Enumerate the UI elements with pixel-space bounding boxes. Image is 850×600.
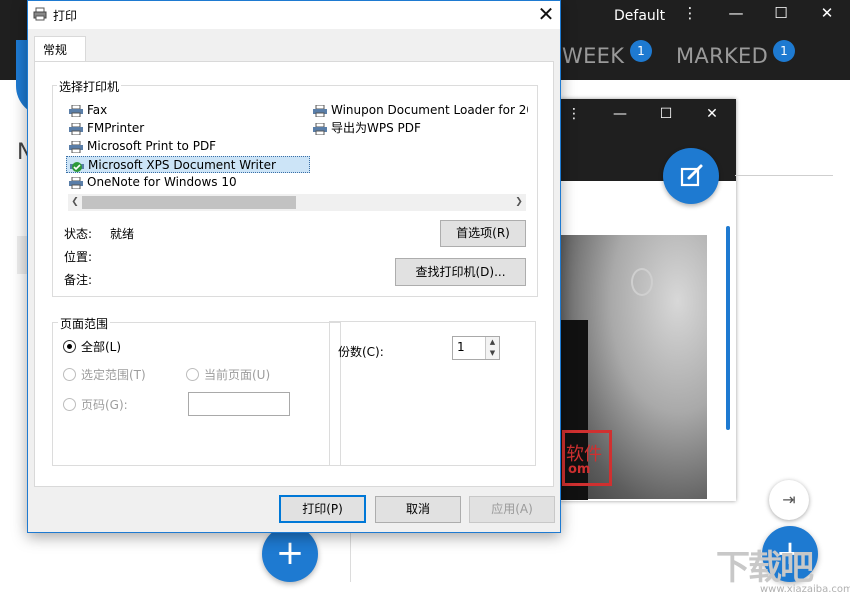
spin-down-icon[interactable]: ▼ <box>485 348 499 359</box>
location-label: 位置: <box>64 250 93 264</box>
print-dialog: 打印 ✕ 常规 选择打印机 Fax FMPrinter Microsoft Pr… <box>27 0 561 533</box>
export-icon: ⇥ <box>782 490 796 509</box>
stamp-subtext: om <box>568 462 591 477</box>
scroll-right-icon[interactable]: ❯ <box>512 195 526 210</box>
maximize-icon[interactable]: ☐ <box>655 106 677 122</box>
export-button[interactable]: ⇥ <box>769 480 809 520</box>
range-all-label: 全部(L) <box>81 340 122 354</box>
printer-item-xps-writer[interactable]: Microsoft XPS Document Writer <box>66 156 310 173</box>
printer-name: Microsoft Print to PDF <box>87 139 217 153</box>
printer-name: FMPrinter <box>87 121 145 135</box>
printer-name: Fax <box>87 103 108 117</box>
edit-icon <box>680 164 703 187</box>
scrollbar[interactable] <box>726 226 730 430</box>
edit-button[interactable] <box>663 148 719 204</box>
range-selection-radio[interactable]: 选定范围(T) <box>63 368 146 382</box>
range-all-radio[interactable]: 全部(L) <box>63 340 121 354</box>
preferences-button[interactable]: 首选项(R) <box>440 220 526 247</box>
printer-item-wps-pdf[interactable]: 导出为WPS PDF <box>312 120 421 137</box>
status-value: 就绪 <box>110 227 135 241</box>
site-watermark-url: www.xiazaiba.com <box>760 584 850 595</box>
printer-name: Winupon Document Loader for 20 <box>331 103 528 117</box>
range-current-label: 当前页面(U) <box>204 368 271 382</box>
tab-marked[interactable]: MARKED <box>676 44 768 68</box>
printer-item-winupon[interactable]: Winupon Document Loader for 20 <box>312 102 528 119</box>
more-options-icon[interactable]: ⋮ <box>676 4 704 22</box>
close-icon[interactable]: ✕ <box>813 4 841 22</box>
spin-up-icon[interactable]: ▲ <box>485 337 499 348</box>
printer-icon <box>69 105 83 117</box>
find-printer-button[interactable]: 查找打印机(D)... <box>395 258 526 286</box>
more-options-icon[interactable]: ⋮ <box>563 106 585 122</box>
marked-badge: 1 <box>773 40 795 62</box>
page-range-label: 页面范围 <box>58 315 111 332</box>
comment-label: 备注: <box>64 273 93 287</box>
printer-item-fmprinter[interactable]: FMPrinter <box>68 120 144 137</box>
printer-icon <box>69 123 83 135</box>
printer-name: 导出为WPS PDF <box>331 121 421 135</box>
radio-icon <box>186 368 199 381</box>
range-pages-radio[interactable]: 页码(G): <box>63 398 128 412</box>
printer-list-scrollbar[interactable]: ❮ ❯ <box>68 194 526 211</box>
pages-input[interactable] <box>188 392 290 416</box>
app-title: Default <box>614 8 666 24</box>
radio-icon <box>63 398 76 411</box>
printer-name: Microsoft XPS Document Writer <box>88 158 276 172</box>
divider <box>735 175 833 176</box>
printer-name: OneNote for Windows 10 <box>87 175 237 189</box>
range-selection-label: 选定范围(T) <box>81 368 146 382</box>
minimize-icon[interactable]: — <box>722 4 750 22</box>
close-button[interactable]: ✕ <box>532 3 560 27</box>
range-current-radio[interactable]: 当前页面(U) <box>186 368 270 382</box>
radio-icon <box>63 368 76 381</box>
copies-label: 份数(C): <box>338 345 384 359</box>
dialog-titlebar: 打印 ✕ <box>28 1 560 29</box>
close-icon[interactable]: ✕ <box>701 106 723 122</box>
week-badge: 1 <box>630 40 652 62</box>
printer-icon <box>33 7 47 21</box>
copies-value: 1 <box>457 340 465 354</box>
scroll-left-icon[interactable]: ❮ <box>68 195 82 210</box>
close-icon: ✕ <box>537 2 555 26</box>
maximize-icon[interactable]: ☐ <box>767 4 795 22</box>
printer-group-label: 选择打印机 <box>57 78 122 95</box>
minimize-icon[interactable]: — <box>609 106 631 122</box>
printer-icon <box>69 141 83 153</box>
apply-button[interactable]: 应用(A) <box>469 496 555 523</box>
photo-ring <box>631 268 653 296</box>
scrollbar-thumb[interactable] <box>82 196 296 209</box>
printer-item-onenote[interactable]: OneNote for Windows 10 <box>68 174 237 191</box>
default-printer-icon <box>70 162 84 172</box>
print-button[interactable]: 打印(P) <box>279 495 366 523</box>
printer-item-print-to-pdf[interactable]: Microsoft Print to PDF <box>68 138 216 155</box>
tab-general[interactable]: 常规 <box>34 36 86 62</box>
status-label: 状态: <box>64 227 93 241</box>
cancel-button[interactable]: 取消 <box>375 496 461 523</box>
radio-checked-icon <box>63 340 76 353</box>
printer-item-fax[interactable]: Fax <box>68 102 107 119</box>
site-watermark: 下载吧 <box>716 548 814 588</box>
dialog-title: 打印 <box>53 9 78 23</box>
printer-icon <box>313 105 327 117</box>
tab-week[interactable]: WEEK <box>562 44 624 68</box>
add-button[interactable]: + <box>262 526 318 582</box>
range-pages-label: 页码(G): <box>81 398 128 412</box>
printer-icon <box>313 123 327 135</box>
printer-icon <box>69 177 83 189</box>
